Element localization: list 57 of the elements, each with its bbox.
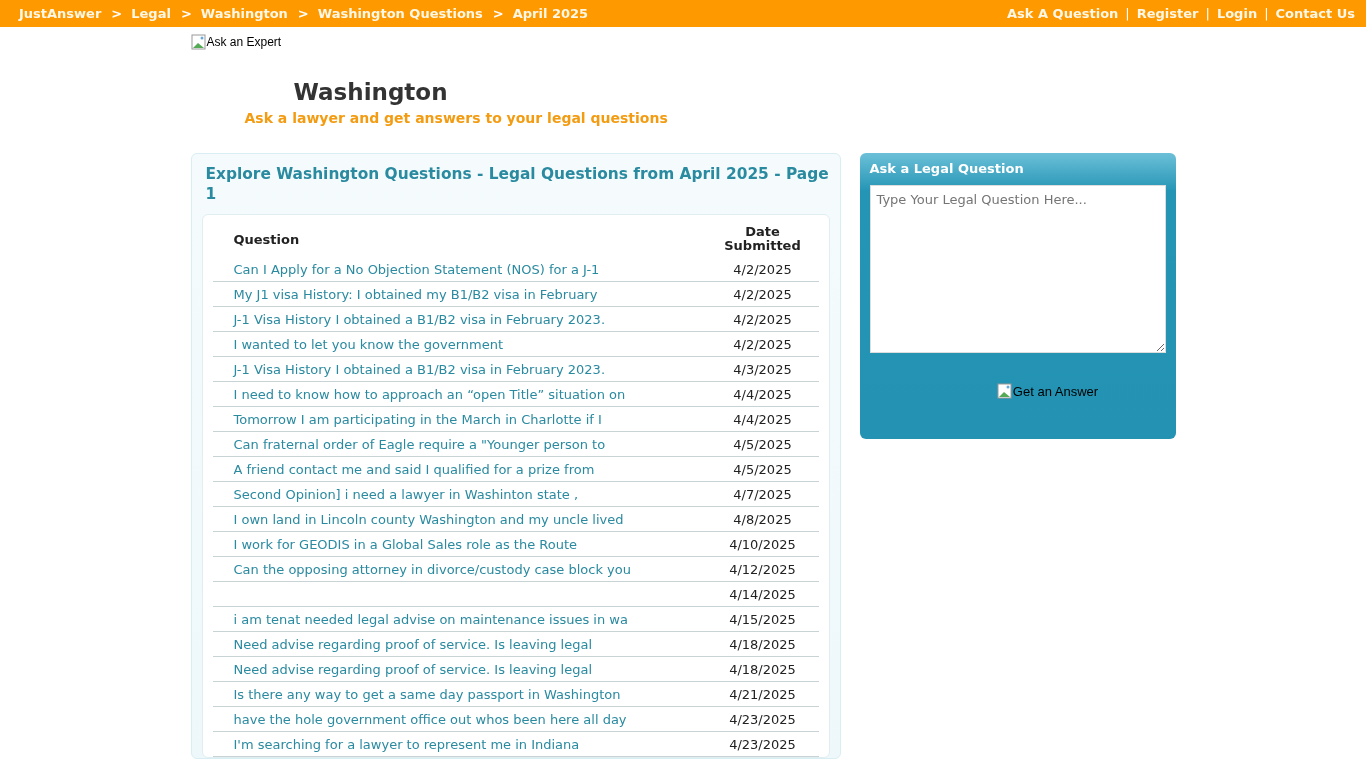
- question-link[interactable]: I wanted to let you know the government: [233, 336, 504, 352]
- question-link[interactable]: My J1 visa History: I obtained my B1/B2 visa in February: [233, 286, 598, 302]
- question-link[interactable]: A friend contact me and said I qualified for a prize from: [233, 461, 595, 477]
- question-link[interactable]: Is there any way to get a same day passport in Washington: [233, 686, 621, 702]
- question-link[interactable]: I own land in Lincoln county Washington and my uncle lived: [233, 511, 624, 527]
- question-link[interactable]: Can the opposing attorney in divorce/custody case block you: [233, 561, 631, 577]
- question-link[interactable]: Need advise regarding proof of service. Is leaving legal: [233, 661, 592, 677]
- column-header: Date Submitted: [723, 225, 802, 253]
- question-link[interactable]: I need to know how to approach an “open Title” situation on: [233, 386, 626, 402]
- question-link[interactable]: I work for GEODIS in a Global Sales role as the Route: [233, 536, 578, 552]
- date-cell: 4/3/2025: [733, 361, 792, 377]
- question-link[interactable]: Second Opinion] i need a lawyer in Washinton state ,: [233, 486, 579, 502]
- date-cell: 4/5/2025: [733, 461, 792, 477]
- question-link[interactable]: i am tenat needed legal advise on maintenance issues in wa: [233, 611, 628, 627]
- date-cell: 4/23/2025: [729, 736, 796, 752]
- listing-title: Explore Washington Questions - Legal Questions from April 2025 - Page 1: [205, 164, 830, 204]
- date-cell: 4/4/2025: [733, 411, 792, 427]
- date-cell: 4/14/2025: [729, 586, 796, 602]
- broken-image-icon: [190, 34, 207, 50]
- logo-link[interactable]: Ask an Expert: [190, 34, 282, 50]
- question-link[interactable]: have the hole government office out whos been here all day: [233, 711, 627, 727]
- question-link[interactable]: J-1 Visa History I obtained a B1/B2 visa in February 2023.: [233, 311, 605, 327]
- date-cell: 4/8/2025: [733, 511, 792, 527]
- date-cell: 4/18/2025: [729, 636, 796, 652]
- breadcrumb-separator: >: [180, 6, 192, 21]
- date-cell: 4/21/2025: [729, 686, 796, 702]
- question-link[interactable]: I'm searching for a lawyer to represent me in Indiana: [233, 736, 580, 752]
- date-cell: 4/4/2025: [733, 386, 792, 402]
- broken-image-icon: [996, 383, 1013, 399]
- panel-title: Ask a Legal Question: [869, 160, 1025, 178]
- date-cell: 4/2/2025: [733, 286, 792, 302]
- question-input-field[interactable]: Type Your Legal Question Here...: [869, 185, 1166, 353]
- breadcrumb-separator: >: [297, 6, 309, 21]
- column-header: Question: [233, 231, 300, 247]
- date-cell: 4/15/2025: [729, 611, 796, 627]
- date-cell: 4/10/2025: [729, 536, 796, 552]
- get-answer-button[interactable]: Get an Answer: [996, 383, 1099, 399]
- breadcrumb-separator: >: [492, 6, 504, 21]
- link-separator: |: [1125, 6, 1130, 21]
- date-cell: 4/18/2025: [729, 661, 796, 677]
- question-link[interactable]: Can fraternal order of Eagle require a "Younger person to: [233, 436, 606, 452]
- breadcrumb-separator: >: [111, 6, 123, 21]
- date-cell: 4/23/2025: [729, 711, 796, 727]
- link-separator: |: [1205, 6, 1210, 21]
- question-link[interactable]: Tomorrow I am participating in the March in Charlotte if I: [233, 411, 602, 427]
- date-cell: 4/7/2025: [733, 486, 792, 502]
- tagline: Ask a lawyer and get answers to your legal questions: [244, 110, 669, 126]
- date-cell: 4/12/2025: [729, 561, 796, 577]
- question-link[interactable]: Need advise regarding proof of service. Is leaving legal: [233, 636, 592, 652]
- date-cell: 4/5/2025: [733, 436, 792, 452]
- link-separator: |: [1264, 6, 1269, 21]
- question-link[interactable]: Can I Apply for a No Objection Statement (NOS) for a J-1: [233, 261, 600, 277]
- date-cell: 4/2/2025: [733, 336, 792, 352]
- question-link[interactable]: J-1 Visa History I obtained a B1/B2 visa in February 2023.: [233, 361, 605, 377]
- date-cell: 4/2/2025: [733, 311, 792, 327]
- page-title: Washington: [293, 78, 449, 106]
- date-cell: 4/2/2025: [733, 261, 792, 277]
